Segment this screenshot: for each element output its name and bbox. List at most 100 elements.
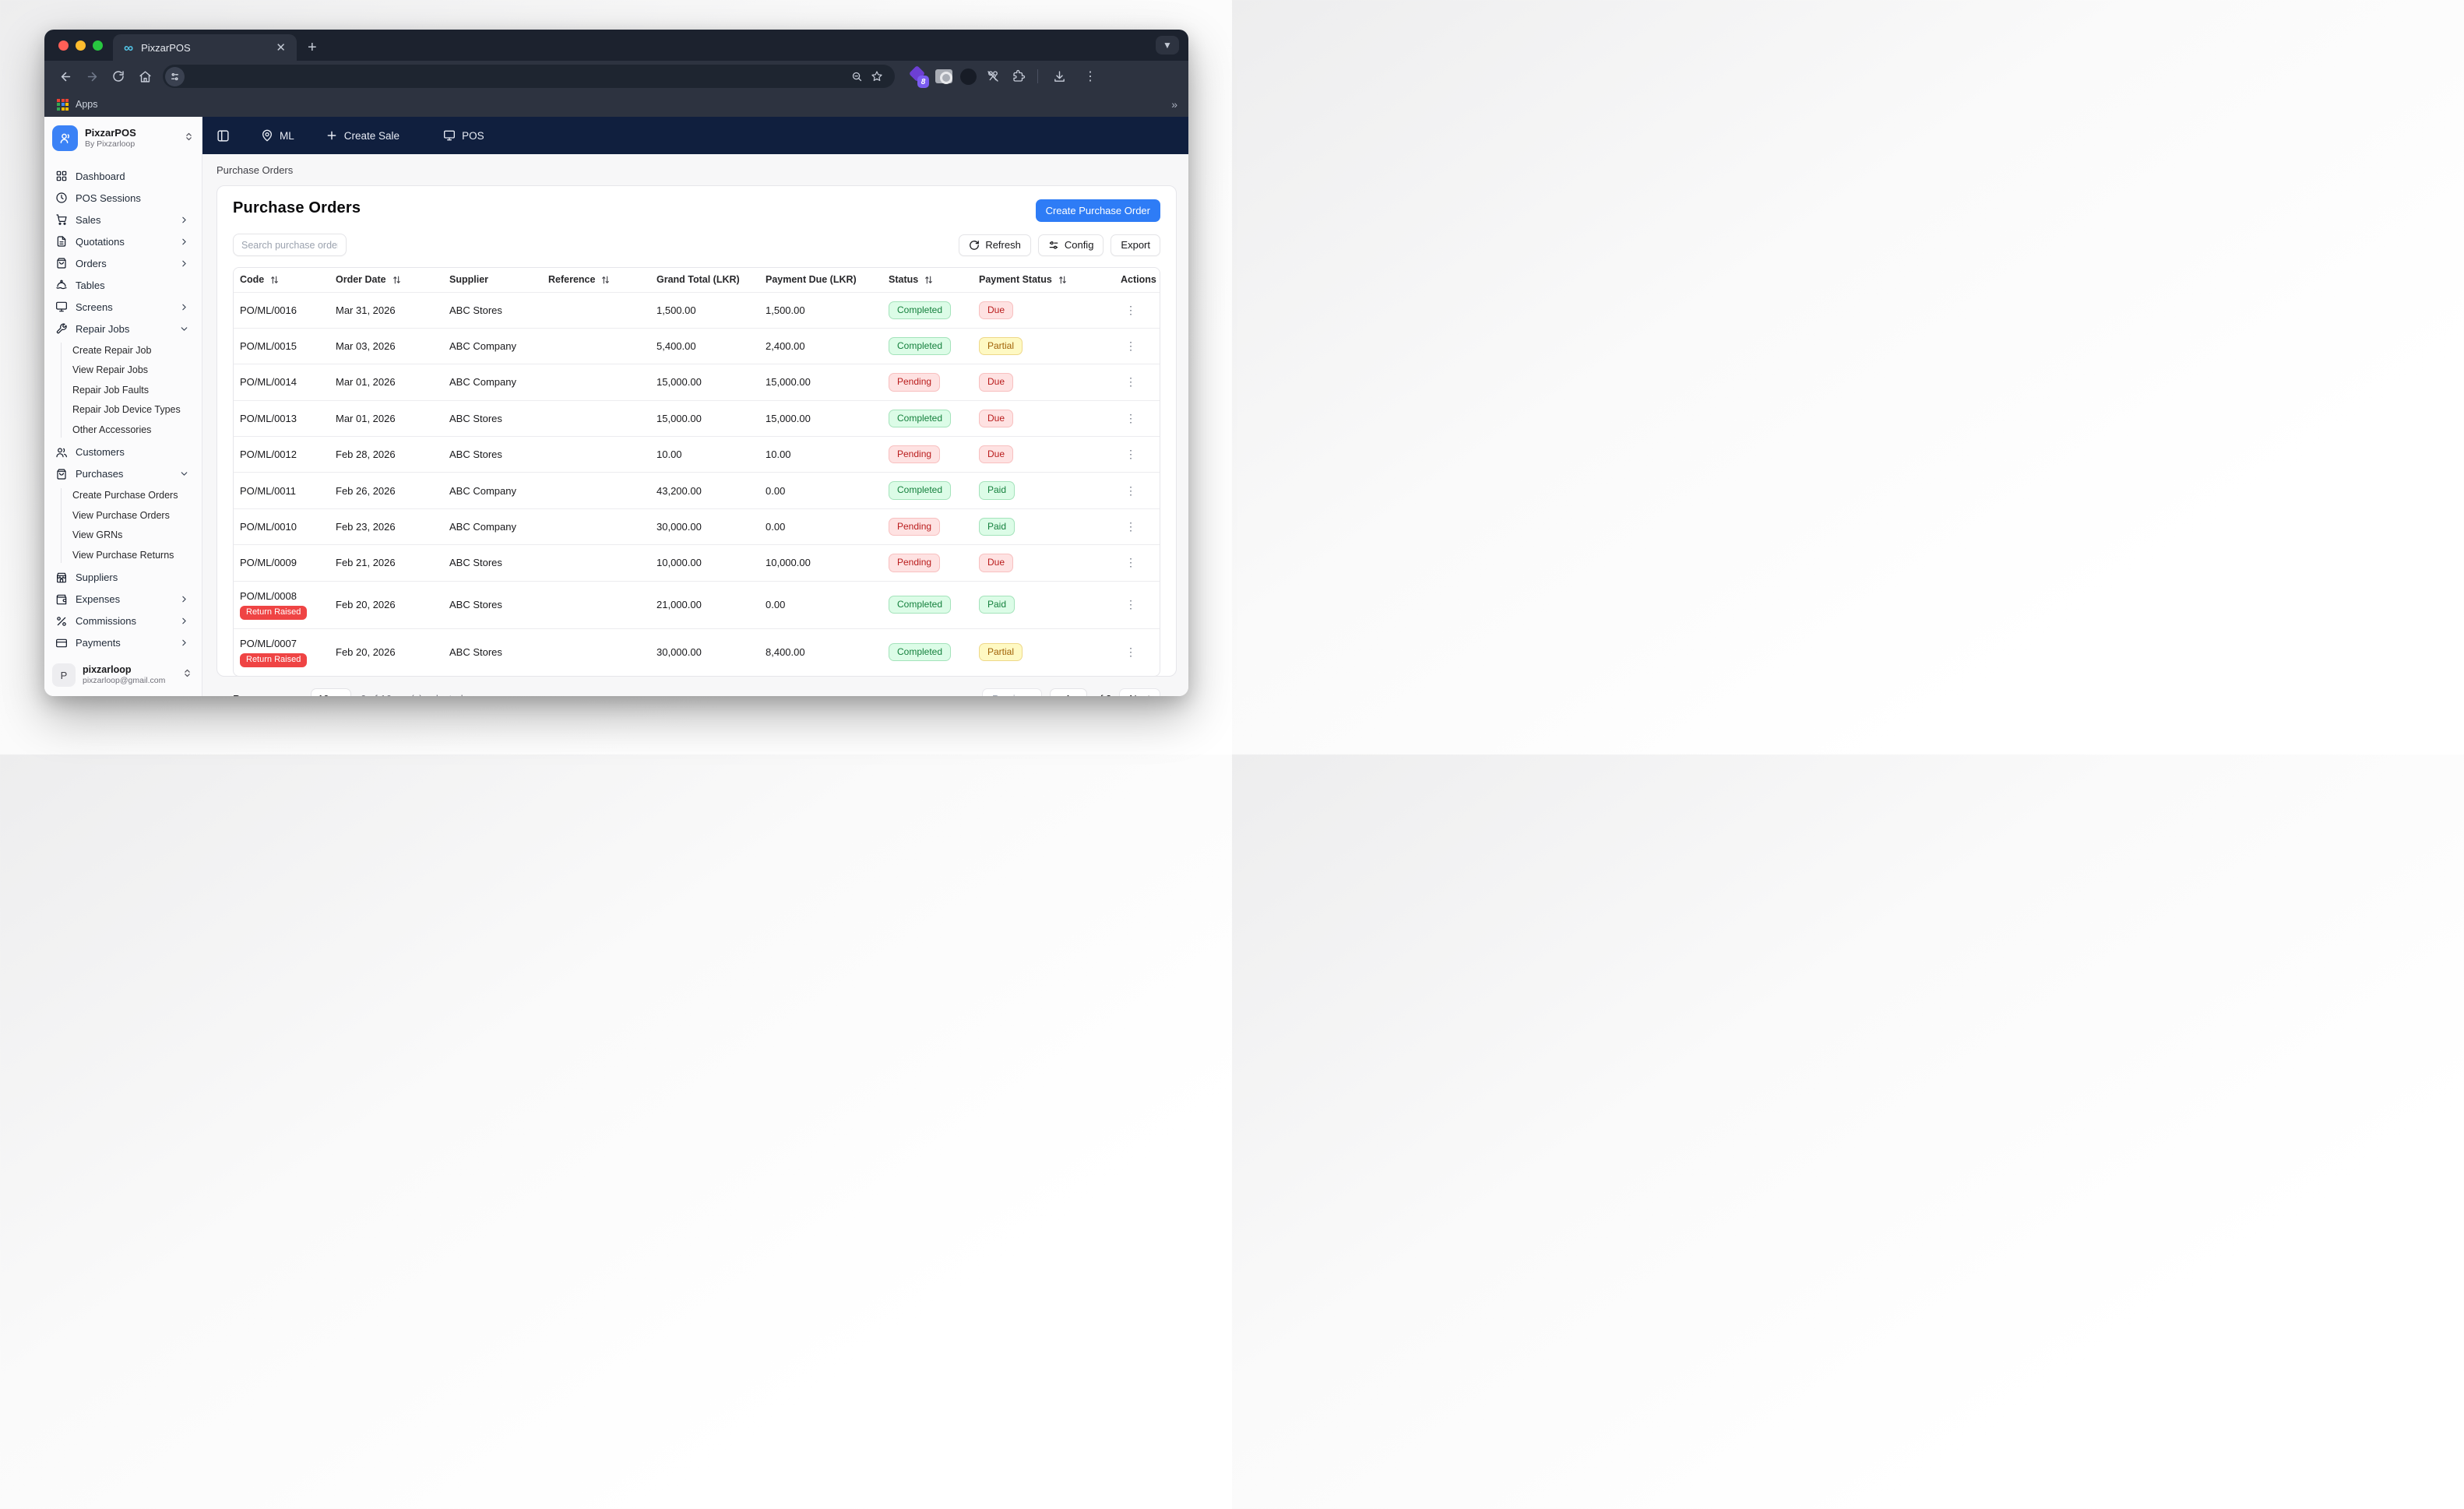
cell-actions: ⋮ <box>1114 364 1160 400</box>
sidebar-item-sales[interactable]: Sales <box>49 209 195 230</box>
password-keys-icon[interactable] <box>984 65 1001 88</box>
sidebar-item-expenses[interactable]: Expenses <box>49 589 195 610</box>
table-row[interactable]: PO/ML/0013Mar 01, 2026ABC Stores15,000.0… <box>234 400 1160 436</box>
table-row[interactable]: PO/ML/0012Feb 28, 2026ABC Stores10.0010.… <box>234 437 1160 473</box>
row-actions-kebab-icon[interactable]: ⋮ <box>1121 596 1141 613</box>
site-settings-sliders-icon[interactable] <box>165 67 185 86</box>
tab-close-icon[interactable]: ✕ <box>273 40 289 55</box>
table-row[interactable]: PO/ML/0014Mar 01, 2026ABC Company15,000.… <box>234 364 1160 400</box>
table-row[interactable]: PO/ML/0009Feb 21, 2026ABC Stores10,000.0… <box>234 545 1160 581</box>
cell-payment-status: Partial <box>973 328 1114 364</box>
sidebar-subitem-create-repair-job[interactable]: Create Repair Job <box>68 340 195 361</box>
sidebar-item-dashboard[interactable]: Dashboard <box>49 165 195 187</box>
pos-button[interactable]: POS <box>443 129 484 142</box>
bookmark-star-icon[interactable] <box>867 66 887 86</box>
table-row[interactable]: PO/ML/0015Mar 03, 2026ABC Company5,400.0… <box>234 328 1160 364</box>
zoom-search-icon[interactable] <box>847 66 867 86</box>
clock-icon <box>55 192 68 204</box>
refresh-button[interactable]: Refresh <box>959 234 1031 256</box>
profile-avatar[interactable] <box>960 69 977 85</box>
back-icon[interactable] <box>54 65 77 88</box>
next-page-button[interactable]: Next <box>1119 688 1160 696</box>
row-actions-kebab-icon[interactable]: ⋮ <box>1121 374 1141 390</box>
sidebar-subitem-view-purchase-returns[interactable]: View Purchase Returns <box>68 545 195 565</box>
row-actions-kebab-icon[interactable]: ⋮ <box>1121 410 1141 427</box>
sort-icon[interactable] <box>600 275 611 285</box>
browser-tab-active[interactable]: ∞ PixzarPOS ✕ <box>113 34 297 61</box>
wallet-icon <box>55 593 68 606</box>
config-button[interactable]: Config <box>1038 234 1104 256</box>
sidebar-item-orders[interactable]: Orders <box>49 252 195 274</box>
sidebar-subitem-create-purchase-orders[interactable]: Create Purchase Orders <box>68 486 195 506</box>
export-button[interactable]: Export <box>1111 234 1160 256</box>
page-number-input[interactable] <box>1050 688 1087 696</box>
extensions-puzzle-icon[interactable] <box>1009 65 1028 88</box>
row-actions-kebab-icon[interactable]: ⋮ <box>1121 446 1141 463</box>
sidebar-toggle-button[interactable] <box>216 129 230 142</box>
camera-extension-icon[interactable] <box>935 69 952 83</box>
row-actions-kebab-icon[interactable]: ⋮ <box>1121 644 1141 660</box>
reload-icon[interactable] <box>107 65 130 88</box>
minimize-window-button[interactable] <box>76 40 86 51</box>
column-header-code: Code <box>234 268 329 292</box>
workspace-switcher[interactable]: PixzarPOS By Pixzarloop <box>44 117 202 159</box>
refresh-icon <box>969 240 980 251</box>
tab-overflow-chevron-button[interactable]: ▼ <box>1156 36 1179 55</box>
maximize-window-button[interactable] <box>93 40 103 51</box>
sort-icon[interactable] <box>392 275 402 285</box>
sidebar-item-pos-sessions[interactable]: POS Sessions <box>49 187 195 209</box>
row-actions-kebab-icon[interactable]: ⋮ <box>1121 483 1141 499</box>
location-selector[interactable]: ML <box>261 129 294 142</box>
bookmarks-overflow-icon[interactable]: » <box>1171 98 1176 111</box>
sort-icon[interactable] <box>924 275 934 285</box>
address-bar[interactable] <box>163 65 895 88</box>
status-badge: Pending <box>889 518 940 536</box>
sidebar-subitem-other-accessories[interactable]: Other Accessories <box>68 420 195 440</box>
sidebar-subitem-view-grns[interactable]: View GRNs <box>68 526 195 546</box>
sidebar-item-payments[interactable]: Payments <box>49 632 195 654</box>
sidebar-subitem-view-purchase-orders[interactable]: View Purchase Orders <box>68 505 195 526</box>
rows-per-page-select[interactable]: 10 ▼ <box>311 688 351 696</box>
close-window-button[interactable] <box>58 40 69 51</box>
po-code: PO/ML/0009 <box>240 557 323 568</box>
sidebar-item-suppliers[interactable]: Suppliers <box>49 567 195 589</box>
sidebar-item-quotations[interactable]: Quotations <box>49 230 195 252</box>
sidebar-user-menu[interactable]: P pixzarloop pixzarloop@gmail.com <box>44 656 202 696</box>
sidebar-item-purchases[interactable]: Purchases <box>49 463 195 485</box>
sort-icon[interactable] <box>1058 275 1068 285</box>
cell-code: PO/ML/0016 <box>234 292 329 328</box>
sidebar-subitem-repair-job-faults[interactable]: Repair Job Faults <box>68 380 195 400</box>
table-row[interactable]: PO/ML/0016Mar 31, 2026ABC Stores1,500.00… <box>234 292 1160 328</box>
table-row[interactable]: PO/ML/0008Return RaisedFeb 20, 2026ABC S… <box>234 581 1160 628</box>
row-actions-kebab-icon[interactable]: ⋮ <box>1121 302 1141 318</box>
sidebar-subitem-repair-job-device-types[interactable]: Repair Job Device Types <box>68 400 195 420</box>
cell-code: PO/ML/0007Return Raised <box>234 628 329 676</box>
create-sale-button[interactable]: Create Sale <box>326 129 400 142</box>
table-row[interactable]: PO/ML/0010Feb 23, 2026ABC Company30,000.… <box>234 508 1160 544</box>
sidebar-submenu: Create Repair JobView Repair JobsRepair … <box>49 340 195 440</box>
row-actions-kebab-icon[interactable]: ⋮ <box>1121 338 1141 354</box>
downloads-icon[interactable] <box>1047 65 1071 88</box>
forward-icon[interactable] <box>80 65 104 88</box>
sidebar-item-repair-jobs[interactable]: Repair Jobs <box>49 318 195 339</box>
sidebar-item-customers[interactable]: Customers <box>49 441 195 463</box>
new-tab-button[interactable]: + <box>297 34 328 61</box>
sidebar-item-commissions[interactable]: Commissions <box>49 610 195 632</box>
previous-page-button[interactable]: Previous <box>982 688 1042 696</box>
sidebar-item-tables[interactable]: Tables <box>49 274 195 296</box>
browser-menu-kebab-icon[interactable]: ⋮ <box>1079 65 1102 88</box>
sort-icon[interactable] <box>269 275 280 285</box>
cell-reference <box>542 400 650 436</box>
home-icon[interactable] <box>133 65 157 88</box>
table-row[interactable]: PO/ML/0011Feb 26, 2026ABC Company43,200.… <box>234 473 1160 508</box>
row-actions-kebab-icon[interactable]: ⋮ <box>1121 519 1141 535</box>
search-input[interactable] <box>233 234 347 256</box>
row-actions-kebab-icon[interactable]: ⋮ <box>1121 554 1141 571</box>
create-purchase-order-button[interactable]: Create Purchase Order <box>1036 199 1160 222</box>
sidebar-item-screens[interactable]: Screens <box>49 296 195 318</box>
apps-bookmark[interactable]: Apps <box>76 99 98 110</box>
sidebar-subitem-view-repair-jobs[interactable]: View Repair Jobs <box>68 361 195 381</box>
table-row[interactable]: PO/ML/0007Return RaisedFeb 20, 2026ABC S… <box>234 628 1160 676</box>
wave-extension-icon[interactable]: 8 <box>909 67 928 86</box>
cell-payment-due: 15,000.00 <box>759 364 882 400</box>
